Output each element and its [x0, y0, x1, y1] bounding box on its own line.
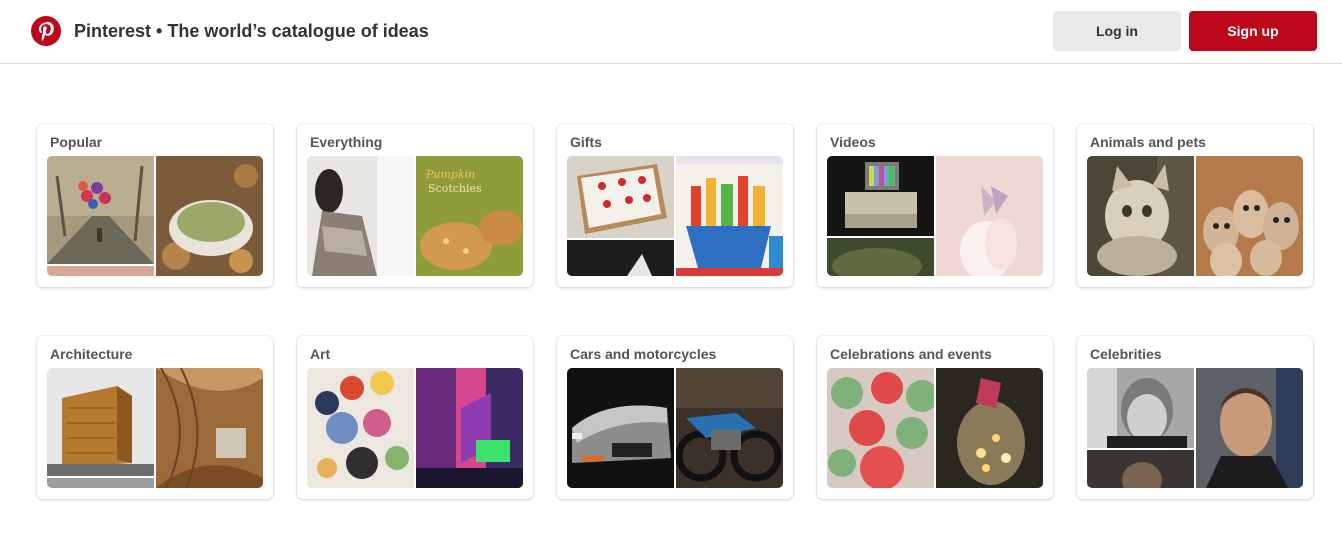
category-label: Cars and motorcycles	[570, 346, 717, 362]
category-thumbnails	[567, 156, 783, 276]
category-card-animals-and-pets[interactable]: Animals and pets	[1077, 124, 1313, 287]
category-label: Art	[310, 346, 331, 362]
category-thumbnails	[567, 368, 783, 488]
category-thumbnails	[1087, 368, 1303, 488]
page-title: Pinterest • The world’s catalogue of ide…	[74, 21, 429, 41]
category-card-art[interactable]: Art	[297, 336, 533, 499]
thumbnail-balloons	[47, 156, 154, 264]
category-label: Videos	[830, 134, 876, 150]
thumbnail-building	[47, 368, 154, 476]
category-thumbnails	[1087, 156, 1303, 276]
thumbnail-kitten	[1087, 156, 1194, 276]
thumbnail-dip	[156, 156, 263, 276]
category-label: Architecture	[50, 346, 133, 362]
signup-button[interactable]: Sign up	[1189, 11, 1317, 51]
thumbnail-cookies	[827, 368, 934, 488]
thumbnail-cookies: Pumpkin Scotchies	[416, 156, 523, 276]
pinterest-logo-icon[interactable]	[31, 16, 61, 46]
thumbnail-motorcycle	[676, 368, 783, 488]
category-label: Gifts	[570, 134, 602, 150]
thumbnail-portrait-bw	[1087, 368, 1194, 448]
thumbnail-meerkats	[1196, 156, 1303, 276]
category-card-videos[interactable]: Videos	[817, 124, 1053, 287]
thumbnail-circles-art	[307, 368, 414, 488]
thumbnail-portrait-man	[1196, 368, 1303, 488]
thumbnail-wood-interior	[156, 368, 263, 488]
thumbnail-dark	[567, 240, 674, 276]
thumbnail-gift-box	[567, 156, 674, 238]
category-thumbnails: Pumpkin Scotchies	[307, 156, 523, 276]
thumbnail-small	[47, 478, 154, 488]
category-card-architecture[interactable]: Architecture	[37, 336, 273, 499]
thumbnail-neon-city	[416, 368, 523, 488]
category-thumbnails	[47, 368, 263, 488]
thumbnail-green	[827, 238, 934, 276]
thumbnail-retro-tv	[827, 156, 934, 236]
category-card-celebrations-and-events[interactable]: Celebrations and events	[817, 336, 1053, 499]
svg-text:Pumpkin: Pumpkin	[425, 168, 475, 181]
thumbnail-car	[567, 368, 674, 488]
thumbnail-small	[47, 266, 154, 276]
category-label: Popular	[50, 134, 103, 150]
category-card-gifts[interactable]: Gifts	[557, 124, 793, 287]
category-thumbnails	[827, 368, 1043, 488]
thumbnail-fashion	[307, 156, 414, 276]
category-thumbnails	[827, 156, 1043, 276]
svg-text:Scotchies: Scotchies	[428, 182, 482, 195]
thumbnail-jar-lights	[936, 368, 1043, 488]
thumbnail-butterfly-flower	[936, 156, 1043, 276]
category-card-cars-and-motorcycles[interactable]: Cars and motorcycles	[557, 336, 793, 499]
category-card-popular[interactable]: Popular	[37, 124, 273, 287]
category-label: Celebrities	[1090, 346, 1162, 362]
category-thumbnails	[307, 368, 523, 488]
thumbnail-portrait-dark	[1087, 450, 1194, 488]
top-bar: Pinterest • The world’s catalogue of ide…	[0, 0, 1342, 64]
login-button[interactable]: Log in	[1053, 11, 1181, 51]
category-label: Animals and pets	[1090, 134, 1206, 150]
thumbnail-gift-basket	[676, 156, 783, 276]
category-card-celebrities[interactable]: Celebrities	[1077, 336, 1313, 499]
category-label: Celebrations and events	[830, 346, 992, 362]
category-thumbnails	[47, 156, 263, 276]
category-card-everything[interactable]: Everything Pumpkin Scotchies	[297, 124, 533, 287]
category-label: Everything	[310, 134, 383, 150]
